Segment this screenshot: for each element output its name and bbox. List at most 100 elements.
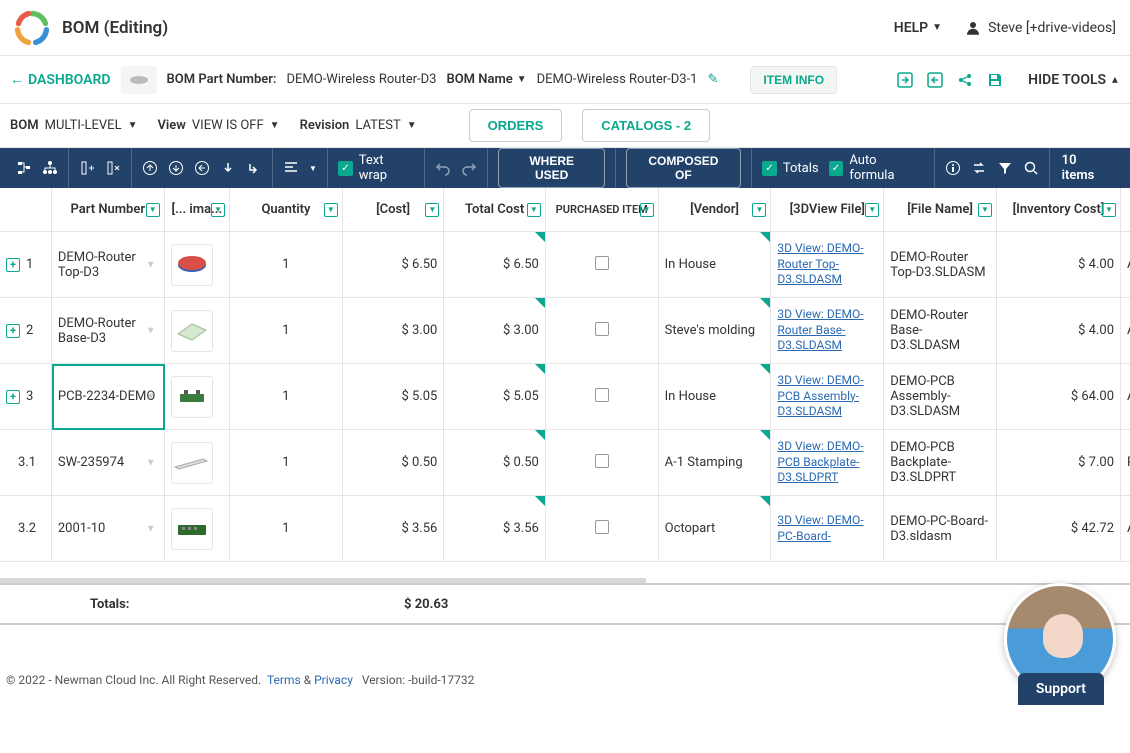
filter-icon[interactable]: ▼ <box>527 203 541 217</box>
pencil-icon[interactable]: ✎ <box>708 72 719 87</box>
3dview-link[interactable]: 3D View: DEMO-PCB Assembly-D3.SLDASM <box>777 373 877 420</box>
privacy-link[interactable]: Privacy <box>314 673 353 687</box>
cell-cost[interactable]: $ 3.00 <box>343 298 445 364</box>
col-vendor[interactable]: [Vendor]▼ <box>659 188 772 232</box>
insert-column-icon[interactable] <box>79 160 95 176</box>
col-image[interactable]: [... ima...▼ <box>165 188 230 232</box>
cell-3dview[interactable]: 3D View: DEMO-PCB Assembly-D3.SLDASM <box>771 364 884 430</box>
cell-quantity[interactable]: 1 <box>230 430 343 496</box>
cell-purchased[interactable] <box>546 430 659 496</box>
col-inventory[interactable]: [Inventory Cost]▼ <box>997 188 1121 232</box>
cell-file[interactable]: DEMO-PC-Board-D3.sldasm <box>884 496 997 562</box>
revision-dropdown[interactable]: Revision LATEST ▼ <box>300 118 417 133</box>
filter-icon[interactable]: ▼ <box>752 203 766 217</box>
cell-total-cost[interactable]: $ 3.00 <box>444 298 546 364</box>
col-quantity[interactable]: Quantity▼ <box>230 188 343 232</box>
cell-quantity[interactable]: 1 <box>230 232 343 298</box>
cell-thumbnail[interactable] <box>165 496 230 562</box>
col-row-header[interactable] <box>0 188 52 232</box>
arrow-up-circle-icon[interactable] <box>142 160 158 176</box>
cell-vendor[interactable]: In House <box>659 232 772 298</box>
support-button[interactable]: Support <box>1018 673 1104 705</box>
cell-total-cost[interactable]: $ 6.50 <box>444 232 546 298</box>
filter-icon[interactable]: ▼ <box>1102 203 1116 217</box>
cell-vendor[interactable]: Steve's molding <box>659 298 772 364</box>
dropdown-handle-icon[interactable]: ▼ <box>146 457 156 468</box>
cell-total-cost[interactable]: $ 3.56 <box>444 496 546 562</box>
cell-vendor[interactable]: In House <box>659 364 772 430</box>
hide-tools-toggle[interactable]: HIDE TOOLS ▼ <box>1028 72 1120 88</box>
cell-purchased[interactable] <box>546 232 659 298</box>
item-info-button[interactable]: ITEM INFO <box>750 66 837 94</box>
dropdown-handle-icon[interactable]: ▼ <box>146 259 156 270</box>
hierarchy-icon[interactable] <box>42 160 58 176</box>
composed-of-button[interactable]: COMPOSED OF <box>626 148 741 188</box>
cell-total-cost[interactable]: $ 5.05 <box>444 364 546 430</box>
search-icon[interactable] <box>1023 160 1039 176</box>
import-icon[interactable] <box>896 71 914 89</box>
cell-part-number[interactable]: PCB-2234-DEMO▼ <box>52 364 165 430</box>
back-dashboard[interactable]: ← DASHBOARD <box>10 71 111 88</box>
cell-type[interactable]: Assembly <box>1121 496 1130 562</box>
col-3dview[interactable]: [3DView File]▼ <box>771 188 884 232</box>
bom-name-dropdown[interactable]: BOM Name ▼ <box>446 72 526 87</box>
cell-3dview[interactable]: 3D View: DEMO-PC-Board- <box>771 496 884 562</box>
3dview-link[interactable]: 3D View: DEMO-Router Base-D3.SLDASM <box>777 307 877 354</box>
text-wrap-toggle[interactable]: ✓ Text wrap <box>338 153 415 183</box>
cell-cost[interactable]: $ 3.56 <box>343 496 445 562</box>
arrow-down-circle-icon[interactable] <box>168 160 184 176</box>
cell-quantity[interactable]: 1 <box>230 496 343 562</box>
3dview-link[interactable]: 3D View: DEMO-Router Top-D3.SLDASM <box>777 241 877 288</box>
cell-inventory[interactable]: $ 42.72 <box>997 496 1121 562</box>
cell-quantity[interactable]: 1 <box>230 298 343 364</box>
tree-icon[interactable] <box>16 160 32 176</box>
cell-vendor[interactable]: A-1 Stamping <box>659 430 772 496</box>
cell-part-number[interactable]: DEMO-Router Base-D3▼ <box>52 298 165 364</box>
cell-cost[interactable]: $ 6.50 <box>343 232 445 298</box>
undo-icon[interactable] <box>435 160 451 176</box>
table-row[interactable]: 3.1 SW-235974▼ 1 $ 0.50 $ 0.50 A-1 Stamp… <box>0 430 1130 496</box>
cell-inventory[interactable]: $ 4.00 <box>997 232 1121 298</box>
arrow-corner-icon[interactable] <box>246 160 262 176</box>
cell-type[interactable]: Assembly <box>1121 364 1130 430</box>
cell-inventory[interactable]: $ 7.00 <box>997 430 1121 496</box>
dropdown-handle-icon[interactable]: ▼ <box>146 325 156 336</box>
col-purchased[interactable]: PURCHASED ITEM▼ <box>546 188 659 232</box>
cell-part-number[interactable]: SW-235974▼ <box>52 430 165 496</box>
cell-purchased[interactable] <box>546 364 659 430</box>
cell-type[interactable]: Assembly <box>1121 298 1130 364</box>
cell-cost[interactable]: $ 0.50 <box>343 430 445 496</box>
arrow-down-icon[interactable] <box>220 160 236 176</box>
table-scroll[interactable]: Part Number▼ [... ima...▼ Quantity▼ [Cos… <box>0 188 1130 578</box>
cell-inventory[interactable]: $ 4.00 <box>997 298 1121 364</box>
col-cost[interactable]: [Cost]▼ <box>343 188 445 232</box>
cell-thumbnail[interactable] <box>165 364 230 430</box>
arrow-left-circle-icon[interactable] <box>194 160 210 176</box>
filter-icon[interactable]: ▼ <box>146 203 160 217</box>
checkbox[interactable] <box>595 256 609 270</box>
swap-icon[interactable] <box>971 160 987 176</box>
cell-file[interactable]: DEMO-Router Top-D3.SLDASM <box>884 232 997 298</box>
filter-icon[interactable] <box>997 160 1013 176</box>
orders-button[interactable]: ORDERS <box>469 109 563 142</box>
catalogs-button[interactable]: CATALOGS - 2 <box>582 109 710 142</box>
checkbox[interactable] <box>595 520 609 534</box>
table-row[interactable]: +3 PCB-2234-DEMO▼ 1 $ 5.05 $ 5.05 In Hou… <box>0 364 1130 430</box>
bom-level-dropdown[interactable]: BOM MULTI-LEVEL ▼ <box>10 118 137 133</box>
checkbox[interactable] <box>595 322 609 336</box>
col-type[interactable]: [Type] <box>1121 188 1130 232</box>
col-file[interactable]: [File Name]▼ <box>884 188 997 232</box>
cell-file[interactable]: DEMO-Router Base-D3.SLDASM <box>884 298 997 364</box>
cell-3dview[interactable]: 3D View: DEMO-PCB Backplate-D3.SLDPRT <box>771 430 884 496</box>
auto-formula-toggle[interactable]: ✓ Auto formula <box>829 153 924 183</box>
terms-link[interactable]: Terms <box>267 673 301 687</box>
export-icon[interactable] <box>926 71 944 89</box>
cell-quantity[interactable]: 1 <box>230 364 343 430</box>
filter-icon[interactable]: ▼ <box>865 203 879 217</box>
cell-purchased[interactable] <box>546 298 659 364</box>
cell-inventory[interactable]: $ 64.00 <box>997 364 1121 430</box>
cell-3dview[interactable]: 3D View: DEMO-Router Base-D3.SLDASM <box>771 298 884 364</box>
3dview-link[interactable]: 3D View: DEMO-PC-Board- <box>777 513 877 544</box>
cell-file[interactable]: DEMO-PCB Assembly-D3.SLDASM <box>884 364 997 430</box>
cell-part-number[interactable]: 2001-10▼ <box>52 496 165 562</box>
